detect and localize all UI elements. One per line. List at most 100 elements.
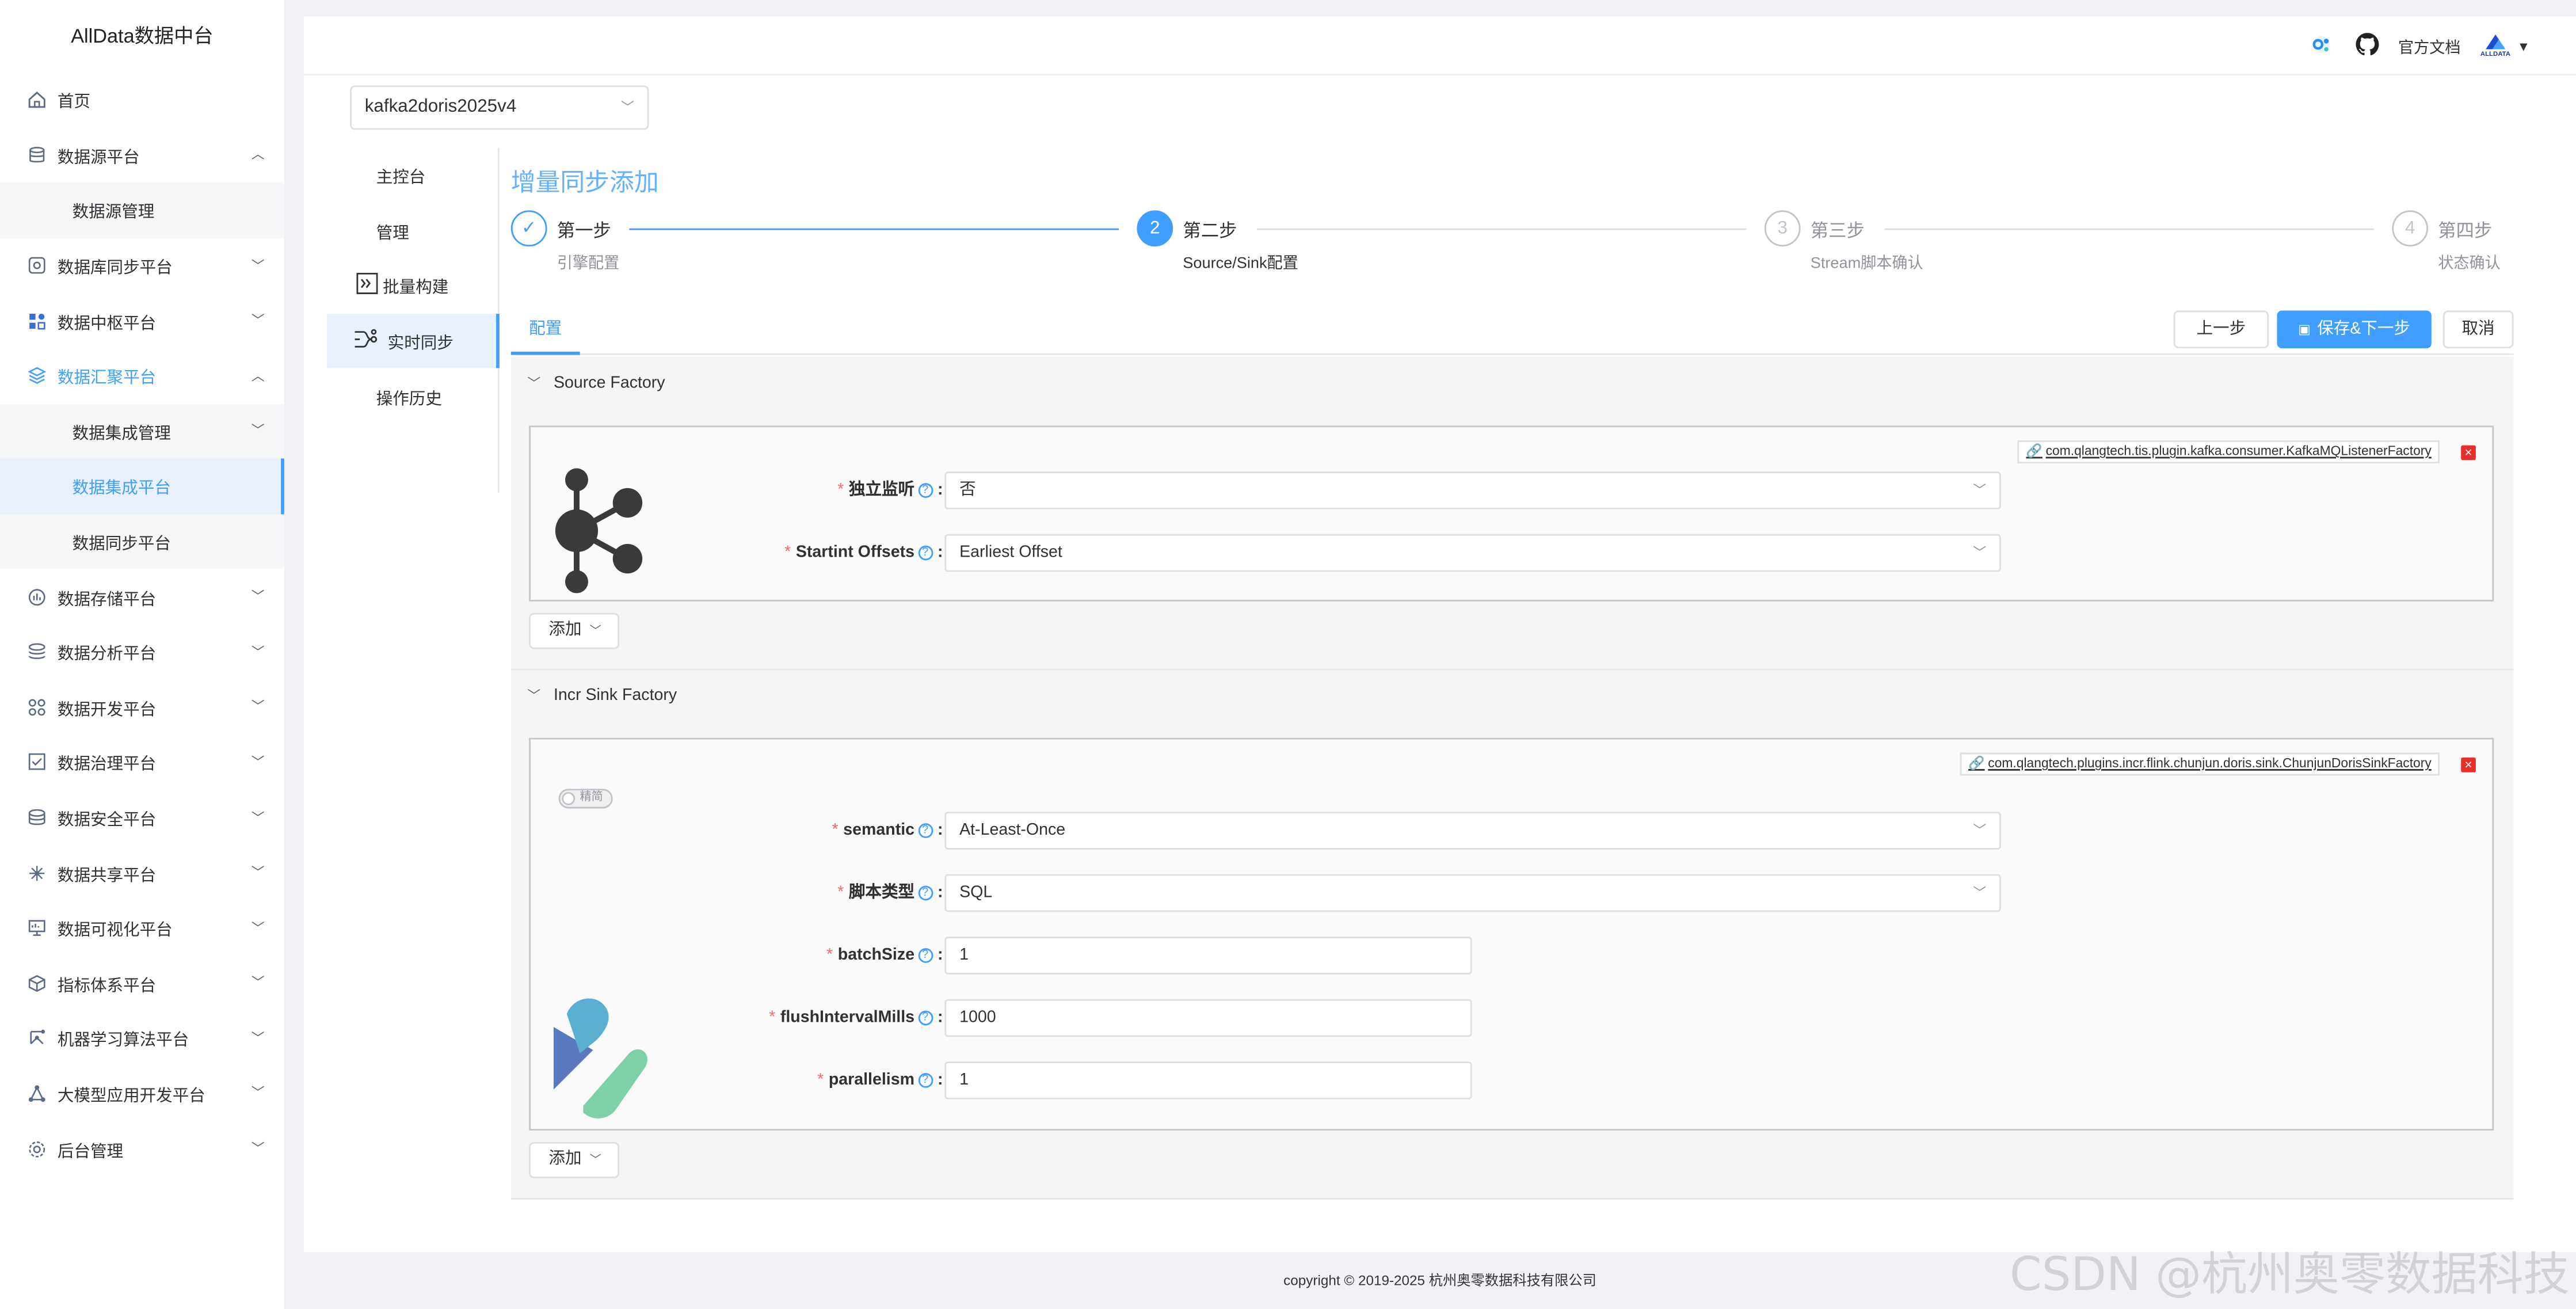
cancel-button[interactable]: 取消 [2442, 310, 2514, 349]
step-desc: Stream脚本确认 [1810, 254, 1923, 273]
field-label-text: flushIntervalMills [780, 1009, 915, 1028]
sidebar-item-label: 数据治理平台 [57, 756, 157, 775]
sidebar-item-label: 机器学习算法平台 [57, 1032, 189, 1051]
sidebar-item-label: 后台管理 [57, 1143, 124, 1161]
step-title: 第二步 [1183, 222, 1237, 242]
field-row: * 独立监听?: [761, 471, 943, 509]
script-type-select[interactable]: SQL ﹀ [944, 874, 2001, 912]
subnav-history[interactable]: 操作历史 [327, 369, 498, 424]
field-row: * semantic?: [695, 812, 943, 850]
save-next-button[interactable]: ▣ 保存&下一步 [2277, 310, 2432, 349]
sidebar-item-ml[interactable]: 机器学习算法平台 ﹀ [0, 1011, 284, 1066]
help-icon[interactable]: ? [917, 885, 933, 901]
ai-assistant-icon[interactable] [2306, 31, 2335, 62]
sidebar-item-storage[interactable]: 数据存储平台 ﹀ [0, 569, 284, 625]
sidebar-item-metrics[interactable]: 指标体系平台 ﹀ [0, 956, 284, 1011]
sidebar-item-home[interactable]: 首页 [0, 73, 284, 128]
help-icon[interactable]: ? [917, 545, 933, 561]
field-row: * Startint Offsets?: [695, 534, 943, 572]
field-label: * Startint Offsets?: [784, 543, 943, 562]
sink-delete-icon[interactable]: × [2461, 757, 2476, 773]
sink-add-button[interactable]: 添加 ﹀ [529, 1141, 620, 1178]
sink-header[interactable]: ﹀ Incr Sink Factory [527, 687, 677, 705]
user-menu[interactable]: ALLDATA ▼ [2480, 34, 2530, 58]
subnav-label: 操作历史 [376, 390, 442, 409]
subnav-label: 管理 [376, 224, 409, 243]
chevron-down-icon: ﹀ [251, 865, 265, 880]
help-icon[interactable]: ? [917, 1010, 933, 1026]
sidebar-item-datasource-platform[interactable]: 数据源平台 ︿ [0, 127, 284, 182]
subnav-label: 主控台 [376, 169, 426, 188]
chevron-down-icon: ﹀ [621, 100, 634, 115]
sidebar-item-label: 数据分析平台 [57, 646, 157, 664]
subnav-realtime-sync[interactable]: 实时同步 [327, 313, 500, 369]
tab-config[interactable]: 配置 [510, 309, 580, 355]
subnav-batch-build[interactable]: 批量构建 [327, 258, 498, 314]
parallelism-input[interactable]: 1 [944, 1061, 1472, 1099]
sidebar-item-analysis[interactable]: 数据分析平台 ﹀ [0, 625, 284, 680]
sidebar-item-admin[interactable]: 后台管理 ﹀ [0, 1121, 284, 1177]
step-desc: 状态确认 [2438, 254, 2501, 273]
flush-interval-input[interactable]: 1000 [944, 999, 1472, 1037]
source-plugin-link[interactable]: 🔗 com.qlangtech.tis.plugin.kafka.consumer… [2018, 440, 2440, 463]
sidebar-item-visual[interactable]: 数据可视化平台 ﹀ [0, 900, 284, 956]
simplify-toggle[interactable]: 精简 [558, 789, 613, 809]
pipeline-select[interactable]: kafka2doris2025v4 ﹀ [350, 85, 649, 130]
step-line-done [629, 228, 1119, 230]
step-title: 第三步 [1810, 222, 1865, 242]
semantic-select[interactable]: At-Least-Once ﹀ [944, 812, 2001, 850]
standalone-listen-select[interactable]: 否 ﹀ [944, 471, 2001, 509]
sidebar-item-db-sync[interactable]: 数据库同步平台 ﹀ [0, 238, 284, 293]
github-icon[interactable] [2355, 32, 2379, 60]
sidebar-item-dev[interactable]: 数据开发平台 ﹀ [0, 679, 284, 735]
sidebar-item-label: 数据集成平台 [72, 480, 171, 499]
sidebar-item-integration-platform[interactable]: 数据集成平台 [0, 458, 284, 514]
watermark: CSDN @杭州奥零数据科技 [2009, 1247, 2570, 1302]
chevron-down-icon: ﹀ [251, 1141, 265, 1156]
chevron-up-icon: ︿ [251, 368, 265, 383]
sidebar-item-label: 数据同步平台 [72, 535, 171, 554]
doris-logo-icon [550, 994, 649, 1134]
chevron-down-icon: ﹀ [251, 424, 265, 439]
sidebar-item-label: 数据共享平台 [57, 867, 157, 885]
chevron-down-icon: ﹀ [251, 1086, 265, 1101]
help-icon[interactable]: ? [917, 1073, 933, 1088]
page-title: 增量同步添加 [510, 169, 659, 197]
governance-icon [26, 752, 46, 772]
storage-icon [26, 587, 46, 606]
sidebar-item-share[interactable]: 数据共享平台 ﹀ [0, 845, 284, 900]
batch-size-input[interactable]: 1 [944, 937, 1472, 975]
chevron-down-icon: ﹀ [251, 258, 265, 273]
prev-step-button[interactable]: 上一步 [2173, 310, 2269, 349]
subnav-manage[interactable]: 管理 [327, 203, 498, 258]
docs-link[interactable]: 官方文档 [2398, 35, 2461, 58]
help-icon[interactable]: ? [917, 483, 933, 498]
source-delete-icon[interactable]: × [2461, 445, 2476, 461]
subnav-console[interactable]: 主控台 [327, 148, 498, 203]
sidebar-item-label: 数据存储平台 [57, 591, 157, 610]
sidebar-item-hub[interactable]: 数据中枢平台 ﹀ [0, 293, 284, 348]
sidebar-item-integration-manage[interactable]: 数据集成管理 ﹀ [0, 403, 284, 459]
ml-icon [26, 1029, 46, 1048]
field-label: * batchSize?: [826, 946, 943, 965]
source-header[interactable]: ﹀ Source Factory [527, 375, 665, 393]
help-icon[interactable]: ? [917, 823, 933, 838]
sidebar-item-security[interactable]: 数据安全平台 ﹀ [0, 790, 284, 845]
field-row: * batchSize?: [695, 937, 943, 975]
step-number: 4 [2392, 210, 2429, 247]
sidebar-item-aggregation[interactable]: 数据汇聚平台 ︿ [0, 348, 284, 404]
main-content: kafka2doris2025v4 ﹀ 主控台 管理 批量构建 实时同步 操作历史… [304, 75, 2576, 1253]
help-icon[interactable]: ? [917, 948, 933, 963]
select-value: Earliest Offset [959, 543, 1062, 562]
sidebar-item-sync-platform[interactable]: 数据同步平台 [0, 513, 284, 569]
sink-plugin-link[interactable]: 🔗 com.qlangtech.plugins.incr.flink.chunju… [1960, 752, 2440, 776]
sidebar-item-datasource-manage[interactable]: 数据源管理 [0, 182, 284, 238]
share-icon [26, 863, 46, 882]
source-plugin-name: com.qlangtech.tis.plugin.kafka.consumer.… [2045, 443, 2432, 459]
field-label-text: parallelism [828, 1071, 915, 1090]
sidebar-item-governance[interactable]: 数据治理平台 ﹀ [0, 735, 284, 790]
start-offsets-select[interactable]: Earliest Offset ﹀ [944, 534, 2001, 572]
source-add-button[interactable]: 添加 ﹀ [529, 612, 620, 649]
sidebar-item-llm[interactable]: 大模型应用开发平台 ﹀ [0, 1066, 284, 1121]
section-divider [510, 1198, 2514, 1200]
